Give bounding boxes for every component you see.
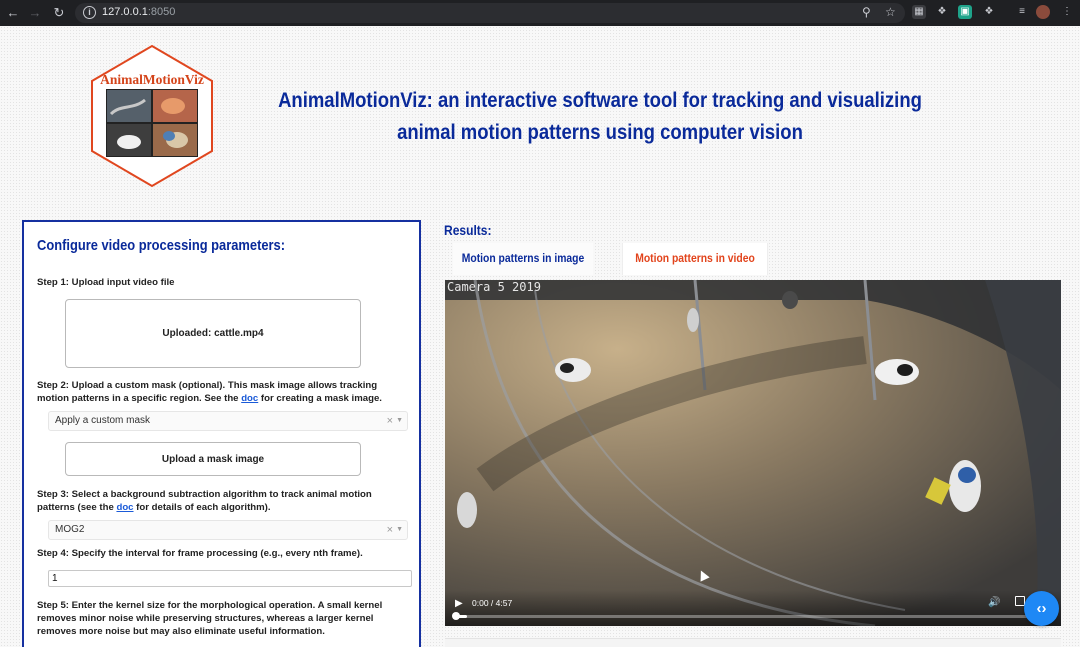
avatar[interactable] xyxy=(1036,5,1050,19)
site-info-icon[interactable]: i xyxy=(83,6,96,19)
puzzle-icon[interactable]: ❖ xyxy=(982,5,996,19)
config-title: Configure video processing parameters: xyxy=(37,237,286,254)
results-tabs: Motion patterns in image Motion patterns… xyxy=(445,243,1059,275)
algorithm-select-value: MOG2 xyxy=(55,524,85,535)
step1-label: Step 1: Upload input video file xyxy=(37,277,175,288)
mask-upload-label: Upload a mask image xyxy=(161,453,265,465)
results-lower-panel xyxy=(445,638,1061,647)
svg-text:AnimalMotionViz: AnimalMotionViz xyxy=(100,72,204,87)
chevron-down-icon[interactable]: ▼ xyxy=(396,521,403,539)
bookmark-star-icon[interactable]: ☆ xyxy=(885,5,896,19)
chevron-down-icon[interactable]: ▼ xyxy=(396,412,403,430)
app-title: AnimalMotionViz: an interactive software… xyxy=(278,88,922,144)
forward-icon[interactable]: → xyxy=(26,3,44,23)
browser-toolbar: ← → ↻ i 127.0.0.1:8050 ⚲ ☆ ▦ ❖ ▣ ❖ ≡ ⋮ xyxy=(0,0,1080,26)
video-timestamp-overlay: Camera 5 2019 xyxy=(447,280,541,294)
mask-doc-link[interactable]: doc xyxy=(241,393,258,404)
video-upload-dropzone[interactable]: Uploaded: cattle.mp4 xyxy=(65,299,361,368)
video-upload-status: Uploaded: cattle.mp4 xyxy=(162,328,264,339)
logo: AnimalMotionViz xyxy=(89,44,215,188)
code-brackets-icon[interactable]: ‹› xyxy=(1024,591,1059,626)
video-progress-track[interactable] xyxy=(455,615,1039,618)
step4-label: Step 4: Specify the interval for frame p… xyxy=(37,548,363,559)
reload-icon[interactable]: ↻ xyxy=(50,3,68,23)
mask-select-value: Apply a custom mask xyxy=(55,415,151,426)
results-label: Results: xyxy=(444,222,492,238)
address-bar[interactable]: i 127.0.0.1:8050 ⚲ ☆ xyxy=(75,3,905,23)
video-progress-handle[interactable] xyxy=(452,612,460,620)
extension-icon[interactable]: ▦ xyxy=(912,5,926,19)
step2-label: Step 2: Upload a custom mask (optional).… xyxy=(37,380,382,404)
mask-select[interactable]: Apply a custom mask × ▼ xyxy=(48,411,408,431)
volume-icon[interactable]: 🔊 xyxy=(988,597,1000,608)
page: AnimalMotionViz AnimalMotionViz: an inte… xyxy=(0,26,1080,647)
url-text[interactable]: 127.0.0.1:8050 xyxy=(102,6,175,18)
clear-icon[interactable]: × xyxy=(387,521,393,539)
zoom-icon[interactable]: ⚲ xyxy=(862,5,871,19)
menu-icon[interactable]: ⋮ xyxy=(1060,5,1074,19)
video-controls: ▶ 0:00 / 4:57 🔊 ⋮ xyxy=(445,590,1061,626)
step3-label: Step 3: Select a background subtraction … xyxy=(37,489,372,513)
config-panel: Configure video processing parameters: S… xyxy=(22,220,421,647)
clear-icon[interactable]: × xyxy=(387,412,393,430)
video-player[interactable]: Camera 5 2019 ▶ 0:00 / 4:57 🔊 ⋮ xyxy=(445,280,1061,626)
algorithm-select[interactable]: MOG2 × ▼ xyxy=(48,520,408,540)
tab-motion-video[interactable]: Motion patterns in video xyxy=(622,243,768,275)
extension-icon[interactable]: ▣ xyxy=(958,5,972,19)
step5-label: Step 5: Enter the kernel size for the mo… xyxy=(37,600,383,637)
mask-upload-button[interactable]: Upload a mask image xyxy=(65,442,361,476)
video-time: 0:00 / 4:57 xyxy=(472,598,513,608)
tab-motion-image[interactable]: Motion patterns in image xyxy=(452,243,594,275)
play-icon[interactable]: ▶ xyxy=(455,598,463,609)
extension-icon[interactable]: ❖ xyxy=(935,5,949,19)
back-icon[interactable]: ← xyxy=(4,3,22,23)
algorithm-doc-link[interactable]: doc xyxy=(116,502,133,513)
frame-interval-input[interactable]: 1 xyxy=(48,570,412,587)
media-icon[interactable]: ≡ xyxy=(1015,5,1029,19)
